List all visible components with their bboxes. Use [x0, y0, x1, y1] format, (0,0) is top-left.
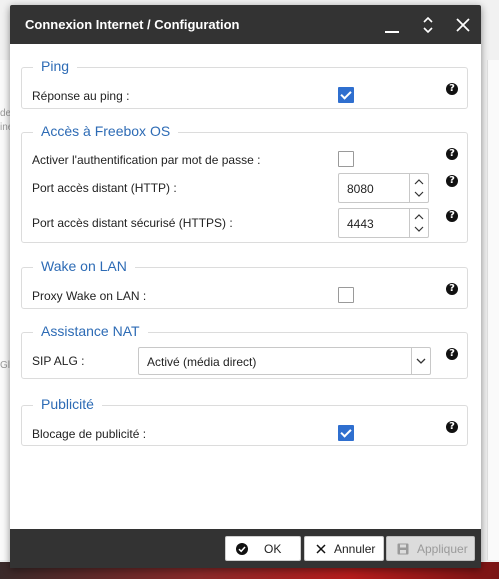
https-port-value: 4443 — [347, 217, 374, 231]
help-icon[interactable]: ? — [446, 175, 458, 187]
check-circle-icon — [236, 543, 248, 555]
apply-button[interactable]: Appliquer — [386, 536, 475, 561]
sip-alg-value: Activé (média direct) — [147, 355, 257, 369]
close-icon — [316, 544, 326, 554]
group-pub-legend: Publicité — [33, 396, 102, 412]
auth-checkbox[interactable] — [338, 151, 354, 167]
group-wake-on-lan: Wake on LAN Proxy Wake on LAN : ? — [21, 258, 468, 309]
sip-alg-select[interactable]: Activé (média direct) — [138, 347, 431, 375]
chevron-up-icon — [414, 214, 424, 220]
https-port-label: Port accès distant sécurisé (HTTPS) : — [32, 216, 233, 230]
auth-label: Activer l'authentification par mot de pa… — [32, 153, 261, 167]
ping-response-checkbox[interactable] — [338, 87, 354, 103]
ok-button-label: OK — [264, 542, 282, 556]
background-right-panel — [487, 60, 499, 560]
save-icon — [397, 543, 409, 555]
http-port-value: 8080 — [347, 182, 374, 196]
http-port-stepper[interactable]: 8080 — [338, 173, 429, 203]
help-icon[interactable]: ? — [446, 210, 458, 222]
cancel-button-label: Annuler — [334, 542, 376, 556]
stepper-arrows[interactable] — [409, 209, 428, 237]
group-freebox-os-legend: Accès à Freebox OS — [33, 123, 179, 139]
chevron-down-icon[interactable] — [411, 348, 430, 374]
dialog-title: Connexion Internet / Configuration — [25, 17, 240, 32]
dialog-footer: OK Annuler Appliquer — [10, 529, 481, 568]
ad-block-label: Blocage de publicité : — [32, 427, 147, 441]
help-icon[interactable]: ? — [446, 348, 458, 360]
group-wol-legend: Wake on LAN — [33, 258, 135, 274]
sip-alg-label: SIP ALG : — [32, 354, 85, 368]
stepper-arrows[interactable] — [409, 174, 428, 202]
chevron-up-icon — [414, 179, 424, 185]
minimize-icon[interactable] — [380, 13, 404, 37]
background-text-fragment: Gl — [0, 360, 10, 371]
group-assistance-nat: Assistance NAT SIP ALG : Activé (média d… — [21, 323, 468, 379]
chevron-down-icon — [414, 191, 424, 197]
maximize-icon[interactable] — [416, 13, 440, 37]
group-ping-legend: Ping — [33, 58, 78, 74]
help-icon[interactable]: ? — [446, 83, 458, 95]
ad-block-checkbox[interactable] — [338, 425, 354, 441]
proxy-wol-label: Proxy Wake on LAN : — [32, 289, 147, 303]
close-icon[interactable] — [451, 13, 475, 37]
http-port-label: Port accès distant (HTTP) : — [32, 181, 177, 195]
group-ping: Ping Réponse au ping : ? — [21, 58, 468, 109]
cancel-button[interactable]: Annuler — [304, 536, 384, 561]
help-icon[interactable]: ? — [446, 283, 458, 295]
dialog-titlebar[interactable]: Connexion Internet / Configuration — [10, 5, 481, 44]
ok-button[interactable]: OK — [225, 536, 301, 561]
help-icon[interactable]: ? — [446, 148, 458, 160]
ping-response-label: Réponse au ping : — [32, 89, 130, 103]
help-icon[interactable]: ? — [446, 421, 458, 433]
chevron-down-icon — [414, 226, 424, 232]
group-freebox-os: Accès à Freebox OS Activer l'authentific… — [21, 123, 468, 243]
https-port-stepper[interactable]: 4443 — [338, 208, 429, 238]
configuration-dialog: Connexion Internet / Configuration Ping … — [10, 5, 481, 568]
group-publicite: Publicité Blocage de publicité : ? — [21, 396, 468, 446]
group-nat-legend: Assistance NAT — [33, 323, 148, 339]
proxy-wol-checkbox[interactable] — [338, 287, 354, 303]
apply-button-label: Appliquer — [417, 542, 468, 556]
